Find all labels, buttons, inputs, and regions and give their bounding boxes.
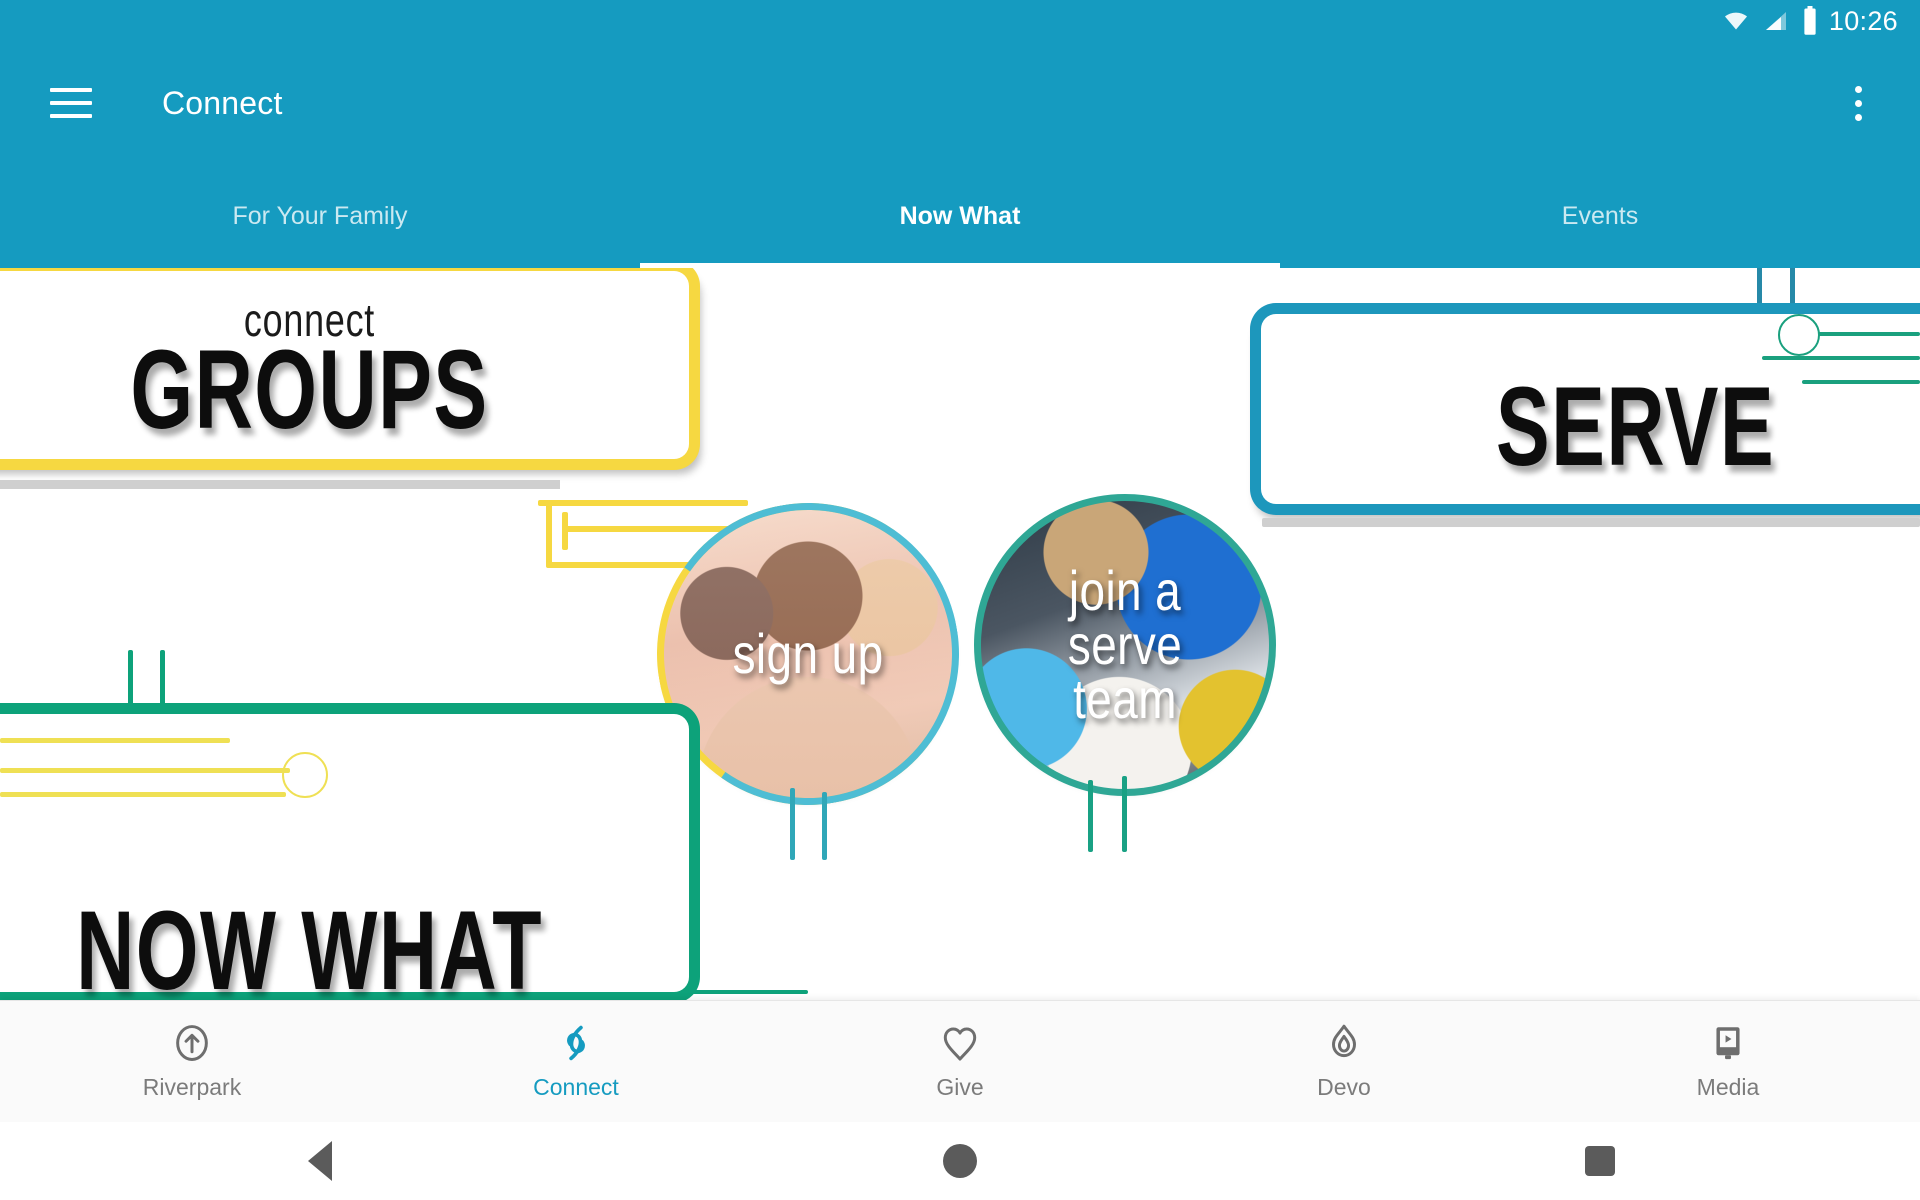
tab-label: For Your Family [232,201,408,230]
android-system-nav [0,1122,1920,1200]
sign-up-caption: sign up [732,621,884,685]
nav-label: Devo [1317,1074,1371,1100]
status-bar: 10:26 [0,0,1920,42]
decor-vline-green-2 [160,650,165,710]
nav-item-media[interactable]: Media [1536,1001,1920,1122]
status-icons [1721,6,1819,36]
decor-line-green-s2 [1762,356,1920,360]
now-what-card[interactable]: NOW WHAT [0,703,700,1000]
nav-item-devo[interactable]: Devo [1152,1001,1536,1122]
nav-item-give[interactable]: Give [768,1001,1152,1122]
decor-ring-yellow [282,752,328,798]
arrow-up-circle-icon [176,1025,208,1061]
decor-drop-line-signup-2 [822,792,827,860]
flame-icon [1332,1024,1356,1058]
square-recents-icon [1585,1146,1615,1176]
wifi-icon [1724,12,1747,30]
decor-line-yellow-n2 [0,768,290,773]
more-vertical-icon[interactable] [1855,85,1862,121]
tab-label: Events [1561,201,1639,230]
serve-team-caption-line2: serve team [1067,612,1183,731]
groups-title: GROUPS [130,327,489,452]
app-screen: 10:26 Connect For Your Family Now What E… [0,0,1920,1200]
now-what-title: NOW WHAT [76,888,543,1000]
battery-icon [1804,6,1816,35]
triangle-back-icon [308,1141,332,1181]
bottom-navigation-bar: Riverpark Connect Give Devo Media [0,1000,1920,1122]
app-bar: Connect [0,42,1920,164]
decor-vline-green-1 [128,650,133,710]
cell-signal-icon [1765,12,1786,30]
decor-drop-line-serve-1 [1088,780,1093,852]
media-play-icon [1716,1027,1740,1060]
tab-events[interactable]: Events [1280,164,1920,268]
decor-drop-line-serve-2 [1122,776,1127,852]
decor-drop-line-signup-1 [790,788,795,860]
decor-line-green-s3 [1802,380,1920,384]
heart-icon [943,1027,977,1061]
connect-now-what-canvas: connect GROUPS sign up join a serve team… [0,268,1920,1000]
system-home-button[interactable] [640,1122,1280,1200]
system-back-button[interactable] [0,1122,640,1200]
decor-line-green-s1 [1818,332,1920,336]
serve-team-caption: join a serve team [1006,562,1244,731]
decor-yellow-bracket-v1 [546,504,552,566]
hamburger-menu-icon[interactable] [50,88,92,118]
groups-card[interactable]: connect GROUPS [0,268,700,470]
nav-label: Media [1696,1074,1760,1100]
decor-yellow-bracket-h1 [538,500,748,506]
page-title: Connect [162,84,283,121]
tab-bar: For Your Family Now What Events [0,164,1920,268]
tab-for-your-family[interactable]: For Your Family [0,164,640,268]
system-recents-button[interactable] [1280,1122,1920,1200]
decor-green-tail [688,990,808,994]
nav-label: Connect [533,1074,619,1100]
decor-line-yellow-n3 [0,792,286,797]
nav-label: Riverpark [142,1074,242,1100]
decor-shadow-strip-serve [1262,518,1920,527]
circle-home-icon [943,1144,977,1178]
decor-ring-green-serve [1778,314,1820,356]
decor-shadow-strip-groups [0,480,560,489]
serve-title: SERVE [1495,364,1776,489]
link-loop-icon [567,1025,585,1061]
status-clock: 10:26 [1828,5,1898,36]
nav-label: Give [936,1074,984,1100]
tab-now-what[interactable]: Now What [640,164,1280,268]
decor-line-yellow-n1 [0,738,230,743]
nav-item-connect[interactable]: Connect [384,1001,768,1122]
nav-item-riverpark[interactable]: Riverpark [0,1001,384,1122]
tab-label: Now What [899,201,1021,230]
